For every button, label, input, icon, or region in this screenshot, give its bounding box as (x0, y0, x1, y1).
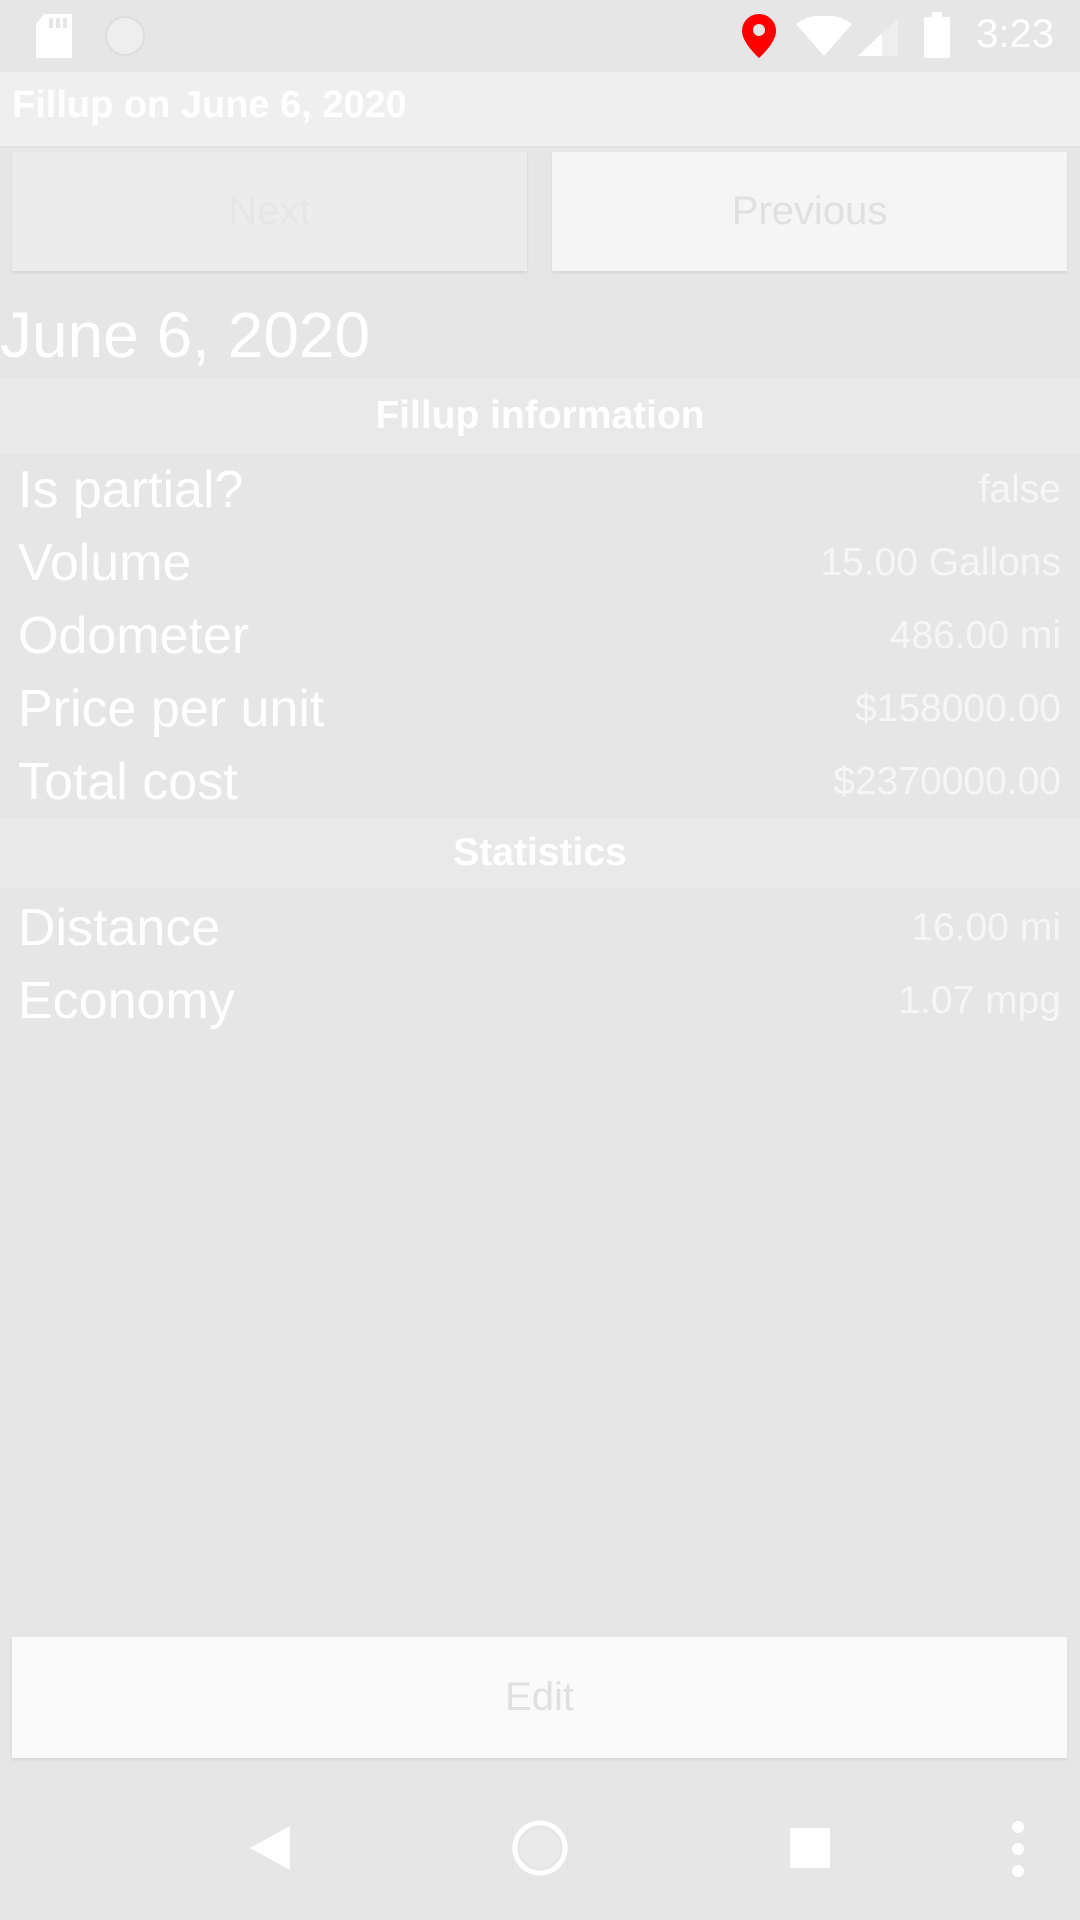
row-value: 1.07 mpg (898, 979, 1061, 1022)
row-label: Odometer (18, 607, 250, 665)
previous-button[interactable]: Previous (552, 152, 1067, 271)
overflow-menu-icon[interactable] (1010, 1820, 1026, 1883)
price-per-unit-row: Price per unit $158000.00 (0, 675, 1080, 748)
sd-card-icon (36, 14, 72, 63)
row-label: Volume (18, 534, 192, 592)
fillup-information-header: Fillup information (0, 378, 1080, 454)
wifi-icon (796, 15, 852, 61)
row-label: Economy (18, 972, 235, 1030)
circle-notification-icon (104, 15, 146, 62)
edit-button[interactable]: Edit (12, 1637, 1067, 1758)
row-label: Total cost (18, 753, 238, 811)
fillup-date-heading: June 6, 2020 (0, 299, 371, 371)
distance-row: Distance 16.00 mi (0, 894, 1080, 967)
row-value: $158000.00 (854, 687, 1061, 730)
status-bar: 3:23 (0, 0, 1080, 72)
clock: 3:23 (976, 12, 1054, 56)
row-value: 15.00 Gallons (820, 541, 1061, 584)
volume-row: Volume 15.00 Gallons (0, 529, 1080, 602)
next-button[interactable]: Next (12, 152, 527, 271)
home-icon[interactable] (512, 1820, 568, 1881)
battery-icon (924, 12, 950, 63)
page-title: Fillup on June 6, 2020 (12, 84, 407, 126)
is-partial-row: Is partial? false (0, 456, 1080, 529)
recents-icon[interactable] (790, 1828, 830, 1873)
economy-row: Economy 1.07 mpg (0, 967, 1080, 1040)
cell-signal-icon (858, 18, 898, 61)
row-value: 16.00 mi (911, 906, 1061, 949)
row-label: Is partial? (18, 461, 244, 519)
row-label: Price per unit (18, 680, 325, 738)
total-cost-row: Total cost $2370000.00 (0, 748, 1080, 821)
row-value: $2370000.00 (833, 760, 1061, 803)
app-bar: Fillup on June 6, 2020 (0, 72, 1080, 148)
odometer-row: Odometer 486.00 mi (0, 602, 1080, 675)
location-pin-icon (742, 14, 776, 63)
row-label: Distance (18, 899, 221, 957)
system-nav-bar (0, 1776, 1080, 1920)
back-icon[interactable] (250, 1826, 290, 1875)
row-value: 486.00 mi (889, 614, 1061, 657)
statistics-header: Statistics (0, 818, 1080, 888)
row-value: false (978, 468, 1061, 511)
